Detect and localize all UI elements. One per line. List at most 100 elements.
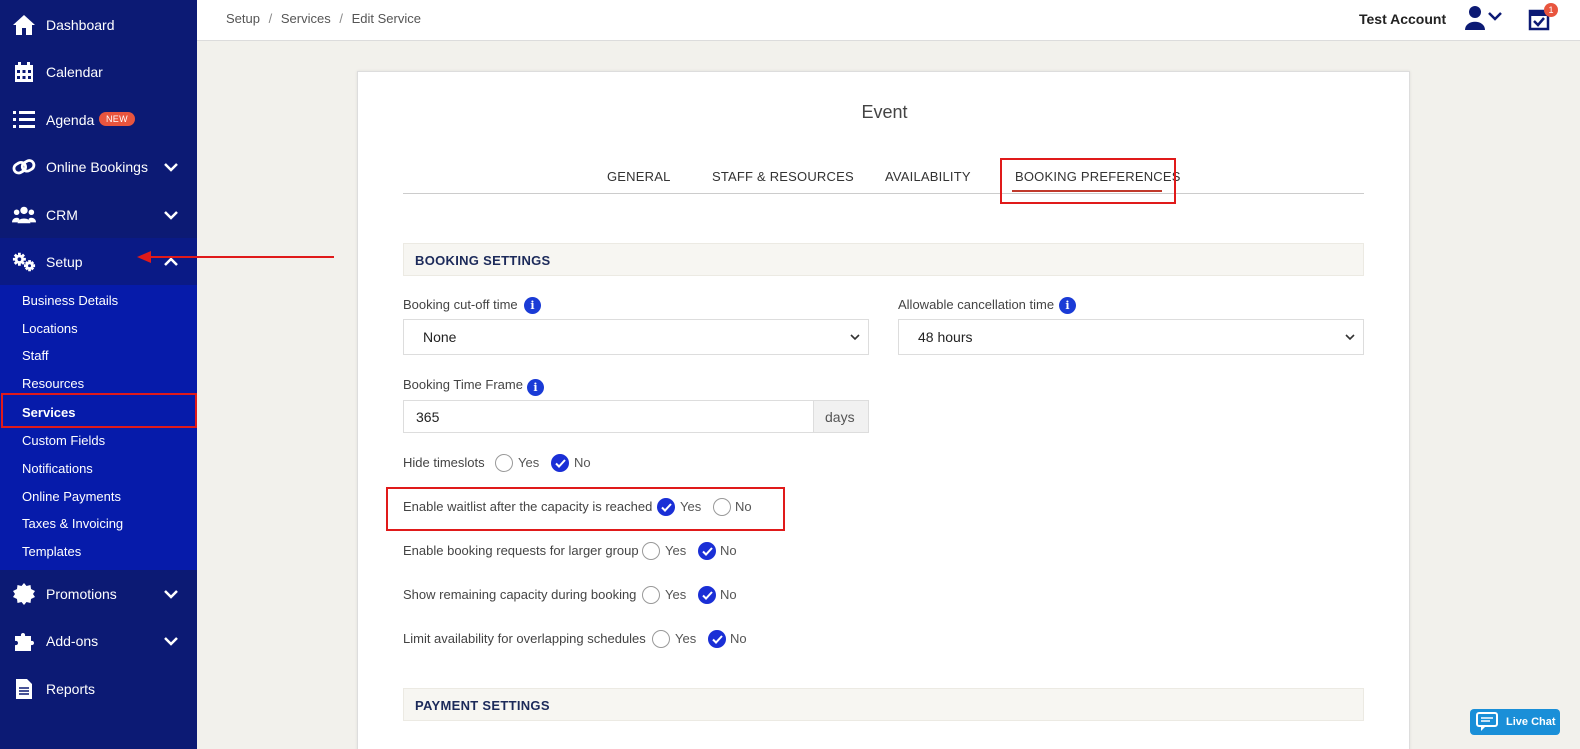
radio-label-yes: Yes bbox=[680, 499, 702, 514]
chevron-down-icon[interactable] bbox=[162, 632, 180, 650]
puzzle-icon bbox=[12, 629, 36, 653]
limit-availability-label: Limit availability for overlapping sched… bbox=[403, 631, 646, 646]
home-icon bbox=[12, 13, 36, 37]
nav-promotions[interactable]: Promotions bbox=[0, 570, 197, 617]
calendar-icon bbox=[12, 60, 36, 84]
radio-label-no: No bbox=[730, 631, 747, 646]
nav-label: Promotions bbox=[46, 585, 117, 602]
services-highlight bbox=[1, 393, 197, 428]
document-icon bbox=[12, 677, 36, 701]
submenu-business-details[interactable]: Business Details bbox=[22, 293, 118, 308]
info-icon[interactable]: i bbox=[527, 379, 544, 396]
breadcrumb-edit-service: Edit Service bbox=[351, 11, 421, 26]
nav-label: CRM bbox=[46, 206, 78, 223]
cutoff-label: Booking cut-off time bbox=[403, 297, 518, 312]
breadcrumb-services[interactable]: Services bbox=[281, 11, 331, 26]
submenu-notifications[interactable]: Notifications bbox=[22, 461, 93, 476]
tab-highlight bbox=[1000, 158, 1176, 204]
submenu-templates[interactable]: Templates bbox=[22, 544, 81, 559]
hide-timeslots-label: Hide timeslots bbox=[403, 455, 485, 470]
nav-online-bookings[interactable]: Online Bookings bbox=[0, 143, 197, 190]
chevron-down-icon[interactable] bbox=[162, 158, 180, 176]
submenu-locations[interactable]: Locations bbox=[22, 321, 78, 336]
hide-timeslots-no-radio[interactable] bbox=[551, 454, 569, 472]
nav-crm[interactable]: CRM bbox=[0, 191, 197, 238]
live-chat-label: Live Chat bbox=[1506, 716, 1556, 728]
radio-label-yes: Yes bbox=[518, 455, 540, 470]
tab-availability[interactable]: AVAILABILITY bbox=[885, 169, 971, 184]
account-name[interactable]: Test Account bbox=[1359, 11, 1446, 27]
radio-label-no: No bbox=[720, 543, 737, 558]
limit-availability-yes-radio[interactable] bbox=[652, 630, 670, 648]
radio-label-yes: Yes bbox=[665, 587, 687, 602]
submenu-custom-fields[interactable]: Custom Fields bbox=[22, 433, 105, 448]
nav-add-ons[interactable]: Add-ons bbox=[0, 617, 197, 664]
timeframe-unit: days bbox=[813, 400, 869, 433]
radio-label-yes: Yes bbox=[675, 631, 697, 646]
nav-label: Online Bookings bbox=[46, 158, 148, 175]
edit-service-card: Event GENERAL STAFF & RESOURCES AVAILABI… bbox=[357, 71, 1410, 749]
nav-label: Reports bbox=[46, 680, 96, 697]
notification-badge: 1 bbox=[1544, 3, 1558, 17]
chevron-down-icon[interactable] bbox=[162, 206, 180, 224]
badge-icon bbox=[12, 582, 36, 606]
submenu-staff[interactable]: Staff bbox=[22, 348, 49, 363]
remaining-capacity-yes-radio[interactable] bbox=[642, 586, 660, 604]
nav-label: Setup bbox=[46, 253, 83, 270]
nav-label: Dashboard bbox=[46, 16, 115, 33]
submenu-online-payments[interactable]: Online Payments bbox=[22, 489, 121, 504]
chevron-down-icon bbox=[850, 334, 860, 341]
chat-icon bbox=[1476, 712, 1498, 731]
chevron-down-icon bbox=[1345, 334, 1355, 341]
larger-group-yes-radio[interactable] bbox=[642, 542, 660, 560]
cutoff-select[interactable]: None bbox=[403, 319, 869, 355]
nav-agenda[interactable]: Agenda NEW bbox=[0, 96, 197, 143]
larger-group-no-radio[interactable] bbox=[698, 542, 716, 560]
list-icon bbox=[12, 108, 36, 132]
cancel-value: 48 hours bbox=[918, 329, 973, 345]
breadcrumb-setup[interactable]: Setup bbox=[226, 11, 260, 26]
timeframe-input[interactable]: 365 bbox=[403, 400, 814, 433]
tab-general[interactable]: GENERAL bbox=[607, 169, 671, 184]
breadcrumb-separator: / bbox=[268, 11, 273, 26]
sidebar: Dashboard Calendar Agenda NEW Online Boo… bbox=[0, 0, 197, 749]
link-icon bbox=[12, 155, 36, 179]
users-icon bbox=[12, 203, 36, 227]
radio-label-yes: Yes bbox=[665, 543, 687, 558]
top-bar: Setup / Services / Edit Service Test Acc… bbox=[197, 0, 1580, 41]
breadcrumb-separator: / bbox=[339, 11, 343, 26]
live-chat-button[interactable]: Live Chat bbox=[1470, 709, 1560, 735]
nav-reports[interactable]: Reports bbox=[0, 665, 197, 712]
user-icon[interactable] bbox=[1465, 5, 1507, 31]
booking-settings-heading: BOOKING SETTINGS bbox=[403, 243, 1364, 276]
waitlist-no-radio[interactable] bbox=[713, 498, 731, 516]
submenu-taxes-invoicing[interactable]: Taxes & Invoicing bbox=[22, 516, 123, 531]
radio-label-no: No bbox=[720, 587, 737, 602]
radio-label-no: No bbox=[574, 455, 591, 470]
info-icon[interactable]: i bbox=[524, 297, 541, 314]
breadcrumb: Setup / Services / Edit Service bbox=[226, 11, 426, 26]
new-badge: NEW bbox=[99, 112, 135, 126]
waitlist-yes-radio[interactable] bbox=[657, 498, 675, 516]
page-title: Event bbox=[861, 102, 908, 122]
remaining-capacity-no-radio[interactable] bbox=[698, 586, 716, 604]
annotation-arrow-icon bbox=[137, 251, 334, 263]
nav-dashboard[interactable]: Dashboard bbox=[0, 1, 197, 48]
submenu-resources[interactable]: Resources bbox=[22, 376, 84, 391]
radio-label-no: No bbox=[735, 499, 752, 514]
info-icon[interactable]: i bbox=[1059, 297, 1076, 314]
limit-availability-no-radio[interactable] bbox=[708, 630, 726, 648]
nav-label: Add-ons bbox=[46, 632, 99, 649]
gears-icon bbox=[12, 250, 36, 274]
cutoff-value: None bbox=[423, 329, 457, 345]
larger-group-label: Enable booking requests for larger group bbox=[403, 543, 639, 558]
nav-label: Agenda bbox=[46, 111, 95, 128]
nav-calendar[interactable]: Calendar bbox=[0, 48, 197, 95]
chevron-down-icon[interactable] bbox=[162, 585, 180, 603]
payment-settings-heading: PAYMENT SETTINGS bbox=[403, 688, 1364, 721]
cancel-select[interactable]: 48 hours bbox=[898, 319, 1364, 355]
tab-staff-resources[interactable]: STAFF & RESOURCES bbox=[712, 169, 854, 184]
hide-timeslots-yes-radio[interactable] bbox=[495, 454, 513, 472]
nav-label: Calendar bbox=[46, 63, 103, 80]
timeframe-label: Booking Time Frame bbox=[403, 377, 523, 392]
